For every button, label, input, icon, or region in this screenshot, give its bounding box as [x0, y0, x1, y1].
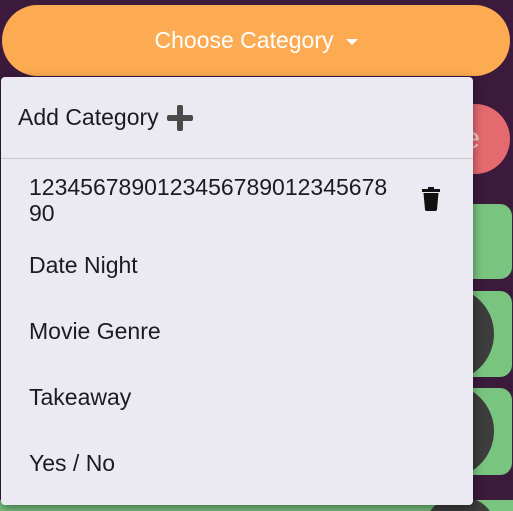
menu-item-label: Date Night: [29, 252, 138, 278]
menu-item-yes-no[interactable]: Yes / No: [1, 450, 473, 476]
choose-category-select[interactable]: Choose Category: [2, 5, 510, 76]
menu-item-date-night[interactable]: Date Night: [1, 252, 473, 278]
add-category-label: Add Category: [18, 104, 159, 130]
menu-item-custom[interactable]: 1234567890123456789012345678 90: [1, 174, 473, 226]
caret-down-icon: [345, 38, 358, 45]
plus-icon: [166, 104, 193, 131]
trash-icon[interactable]: [422, 187, 440, 211]
category-dropdown-menu: Add Category 123456789012345678901234567…: [1, 77, 473, 505]
menu-item-label: Movie Genre: [29, 318, 161, 344]
menu-item-label: Yes / No: [29, 450, 116, 476]
choose-category-label: Choose Category: [154, 27, 334, 53]
menu-item-label: Takeaway: [29, 384, 132, 410]
menu-item-movie-genre[interactable]: Movie Genre: [1, 318, 473, 344]
menu-item-takeaway[interactable]: Takeaway: [1, 384, 473, 410]
menu-item-label: 1234567890123456789012345678 90: [29, 174, 388, 226]
add-category-item[interactable]: Add Category: [1, 77, 473, 159]
